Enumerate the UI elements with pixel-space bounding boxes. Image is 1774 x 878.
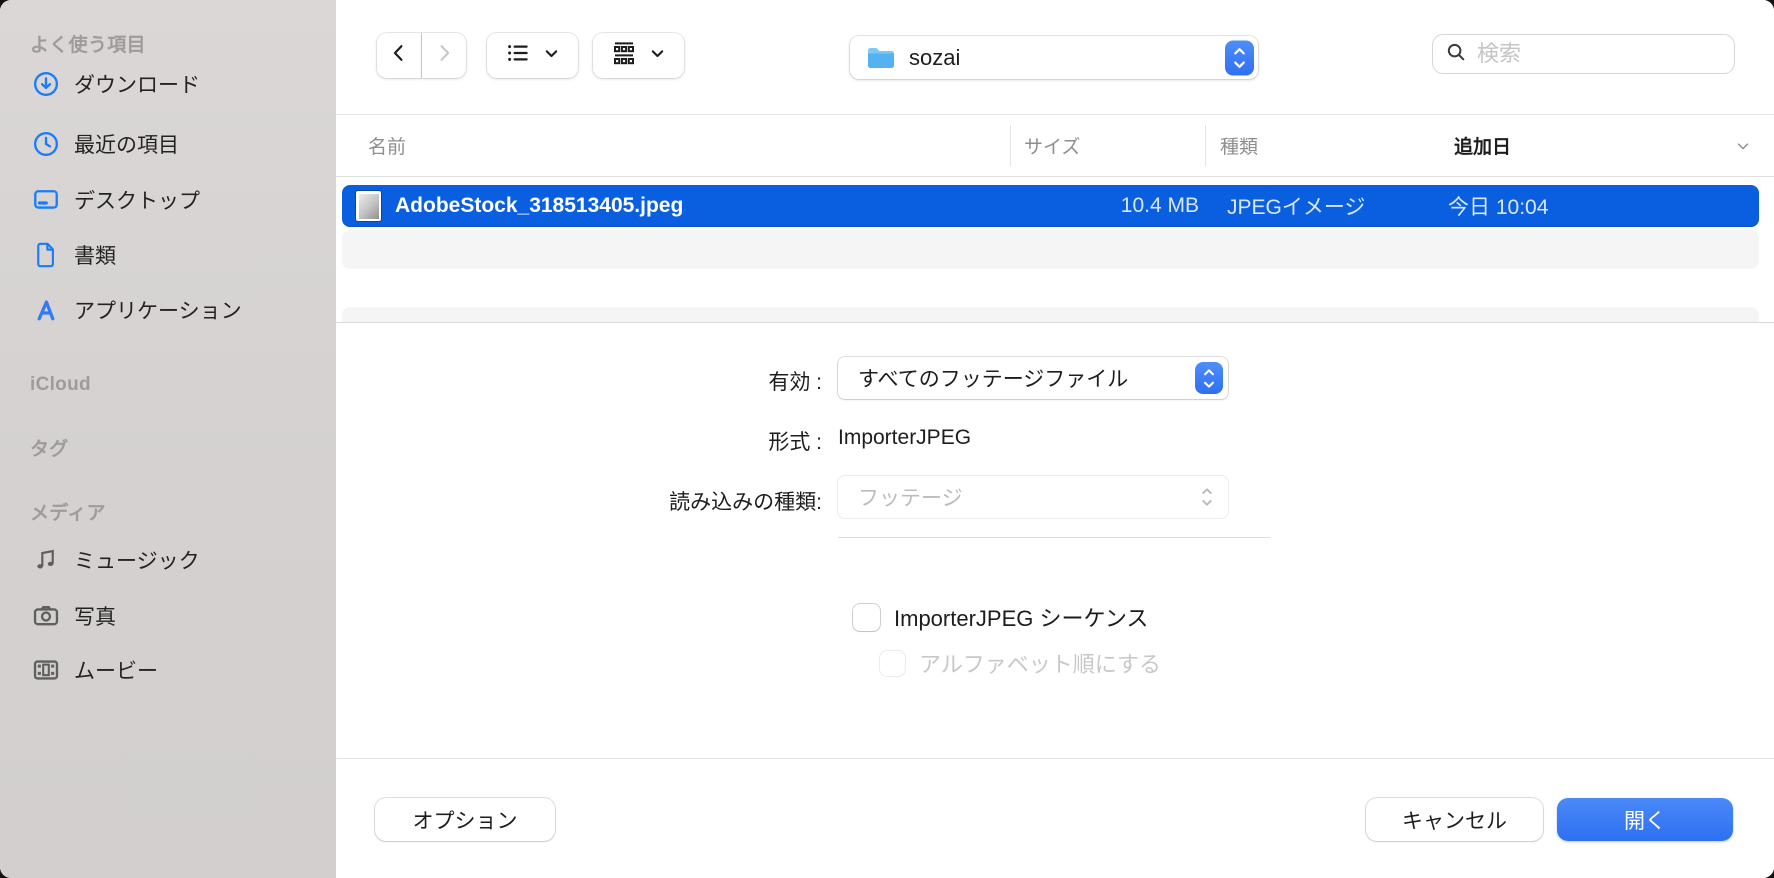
empty-row-stripe: [342, 307, 1759, 322]
toolbar: sozai: [336, 0, 1774, 114]
desktop-icon: [30, 186, 62, 214]
sidebar-item-label: 書類: [74, 245, 116, 268]
import-kind-value: フッテージ: [858, 487, 963, 510]
enable-dropdown[interactable]: すべてのフッテージファイル: [838, 357, 1228, 399]
sidebar-section-favorites: よく使う項目: [30, 34, 146, 56]
file-list: AdobeStock_318513405.jpeg 10.4 MB JPEGイメ…: [336, 178, 1774, 323]
sidebar-item-label: 写真: [74, 606, 116, 629]
column-divider[interactable]: [1010, 125, 1011, 166]
open-button-label: 開く: [1624, 809, 1666, 833]
sidebar-item-photos[interactable]: 写真: [24, 598, 324, 634]
sidebar-section-tags: タグ: [30, 438, 69, 460]
enable-label: 有効 :: [768, 371, 822, 394]
chevron-right-icon: [433, 42, 455, 69]
group-view-icon: [611, 40, 637, 71]
open-button[interactable]: 開く: [1557, 798, 1733, 841]
folder-icon: [866, 46, 896, 70]
back-button[interactable]: [377, 33, 421, 78]
column-divider[interactable]: [1205, 125, 1206, 166]
sidebar-item-desktop[interactable]: デスクトップ: [24, 182, 324, 218]
sidebar-item-music[interactable]: ミュージック: [24, 542, 324, 578]
sidebar-section-icloud: iCloud: [30, 374, 91, 395]
clock-icon: [30, 130, 62, 158]
list-header: 名前 サイズ 種類 追加日: [336, 114, 1774, 177]
search-field[interactable]: [1432, 34, 1765, 74]
file-date-added: 今日 10:04: [1448, 196, 1549, 219]
forward-button[interactable]: [422, 33, 466, 78]
sidebar-item-movies[interactable]: ムービー: [24, 652, 324, 688]
importerjpeg-sequence-checkbox[interactable]: [853, 603, 880, 631]
chevron-down-icon: [543, 45, 560, 67]
form-separator: [838, 537, 1270, 538]
sidebar-item-downloads[interactable]: ダウンロード: [24, 66, 324, 102]
stepper-chevrons-icon: [1200, 486, 1214, 508]
chevron-left-icon: [388, 42, 410, 69]
group-by-button[interactable]: [593, 33, 684, 78]
format-value: ImporterJPEG: [838, 426, 972, 449]
sidebar-item-label: ダウンロード: [74, 74, 200, 97]
folder-select-value: sozai: [909, 44, 961, 70]
empty-row-stripe: [342, 230, 1759, 269]
file-row-selected[interactable]: AdobeStock_318513405.jpeg 10.4 MB JPEGイメ…: [342, 185, 1759, 227]
format-label: 形式 :: [768, 431, 822, 454]
view-mode-button[interactable]: [487, 33, 578, 78]
checkbox-label: アルファベット順にする: [919, 652, 1162, 677]
alphabetical-order-checkbox: [880, 650, 905, 676]
sidebar-item-documents[interactable]: 書類: [24, 237, 324, 273]
dialog-content: sozai 名前 サイズ 種類 追加日: [336, 0, 1774, 878]
import-kind-dropdown: フッテージ: [838, 476, 1228, 518]
sidebar-item-label: ミュージック: [74, 550, 200, 573]
film-icon: [30, 656, 62, 684]
import-options-form: 有効 : すべてのフッテージファイル 形式 : ImporterJPEG 読み込…: [336, 323, 1774, 758]
stepper-chevrons-icon: [1225, 40, 1254, 75]
stepper-chevrons-icon: [1195, 362, 1223, 394]
import-kind-label: 読み込みの種類:: [669, 491, 822, 514]
file-name: AdobeStock_318513405.jpeg: [395, 194, 684, 217]
jpeg-thumbnail-icon: [356, 191, 381, 221]
sidebar-section-media: メディア: [30, 502, 106, 524]
list-view-icon: [505, 41, 531, 70]
sidebar-item-applications[interactable]: アプリケーション: [24, 292, 324, 328]
enable-dropdown-value: すべてのフッテージファイル: [858, 368, 1129, 391]
dialog-footer: オプション キャンセル 開く: [336, 758, 1774, 878]
column-header-date-added[interactable]: 追加日: [1454, 115, 1511, 176]
column-header-size[interactable]: サイズ: [1024, 115, 1080, 176]
search-icon: [1445, 41, 1467, 68]
column-header-kind[interactable]: 種類: [1220, 115, 1258, 176]
music-note-icon: [30, 546, 62, 574]
checkbox-label: ImporterJPEG シーケンス: [894, 606, 1149, 631]
chevron-down-icon: [649, 45, 666, 67]
file-kind: JPEGイメージ: [1227, 196, 1366, 219]
open-file-dialog: よく使う項目 ダウンロード 最近の項目 デスクトップ 書類 アプリケーション i…: [0, 0, 1774, 878]
folder-select[interactable]: sozai: [850, 36, 1258, 79]
file-size: 10.4 MB: [1120, 194, 1199, 217]
column-header-name[interactable]: 名前: [368, 115, 406, 176]
camera-icon: [30, 602, 62, 630]
download-circle-icon: [30, 70, 62, 98]
sidebar-item-label: ムービー: [74, 660, 158, 683]
options-button-label: オプション: [412, 809, 518, 833]
alphabetical-checkbox-row: アルファベット順にする: [880, 647, 1161, 679]
sequence-checkbox-row: ImporterJPEG シーケンス: [853, 601, 1148, 633]
sidebar-item-label: 最近の項目: [74, 134, 179, 157]
cancel-button[interactable]: キャンセル: [1366, 798, 1543, 841]
sidebar-item-label: デスクトップ: [74, 190, 200, 213]
sidebar-item-recents[interactable]: 最近の項目: [24, 126, 324, 162]
appstore-icon: [30, 296, 62, 324]
options-button[interactable]: オプション: [375, 798, 555, 841]
sidebar-item-label: アプリケーション: [74, 300, 242, 323]
document-icon: [30, 241, 62, 269]
sort-chevron-icon[interactable]: [1734, 115, 1752, 176]
cancel-button-label: キャンセル: [1402, 809, 1507, 833]
sidebar: よく使う項目 ダウンロード 最近の項目 デスクトップ 書類 アプリケーション i…: [0, 0, 336, 878]
search-input[interactable]: [1477, 41, 1765, 67]
